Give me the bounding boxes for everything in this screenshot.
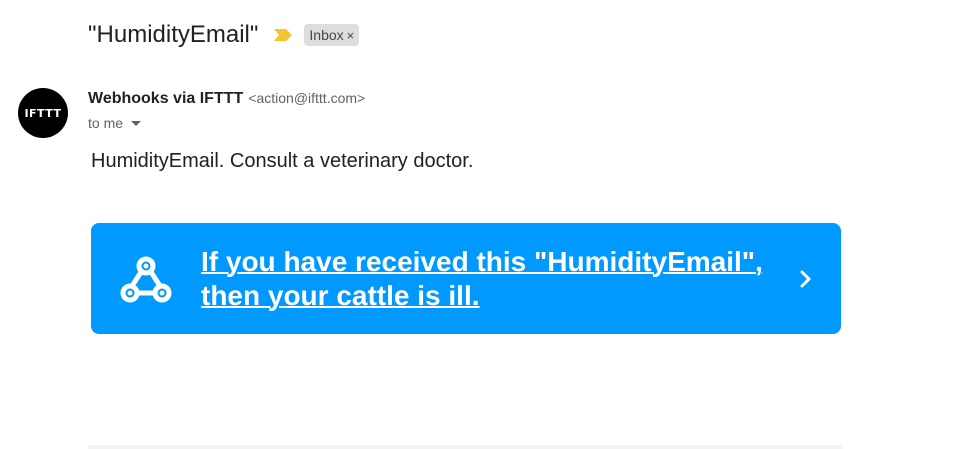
sender-avatar[interactable]: IFTTT [18,88,68,138]
recipient-row: to me [88,115,142,131]
ifttt-action-card[interactable]: If you have received this "HumidityEmail… [91,223,841,334]
inbox-label-chip[interactable]: Inbox × [304,24,360,46]
sender-row: Webhooks via IFTTT <action@ifttt.com> [88,90,365,108]
chevron-right-icon [800,270,811,288]
email-subject: "HumidityEmail" [88,21,259,48]
avatar-text: IFTTT [24,106,62,120]
importance-marker-icon[interactable] [272,27,294,43]
message-divider [88,445,843,449]
email-body-text: HumidityEmail. Consult a veterinary doct… [91,150,474,172]
label-chip-text: Inbox [309,27,344,43]
subject-row: "HumidityEmail" Inbox × [88,18,360,52]
show-details-caret-icon[interactable] [131,120,142,126]
webhooks-icon [120,256,172,303]
remove-label-icon[interactable]: × [347,28,355,43]
action-card-link-text[interactable]: If you have received this "HumidityEmail… [201,245,781,313]
recipient-text: to me [88,115,124,131]
sender-email: <action@ifttt.com> [248,90,366,106]
sender-name[interactable]: Webhooks via IFTTT [88,90,243,108]
